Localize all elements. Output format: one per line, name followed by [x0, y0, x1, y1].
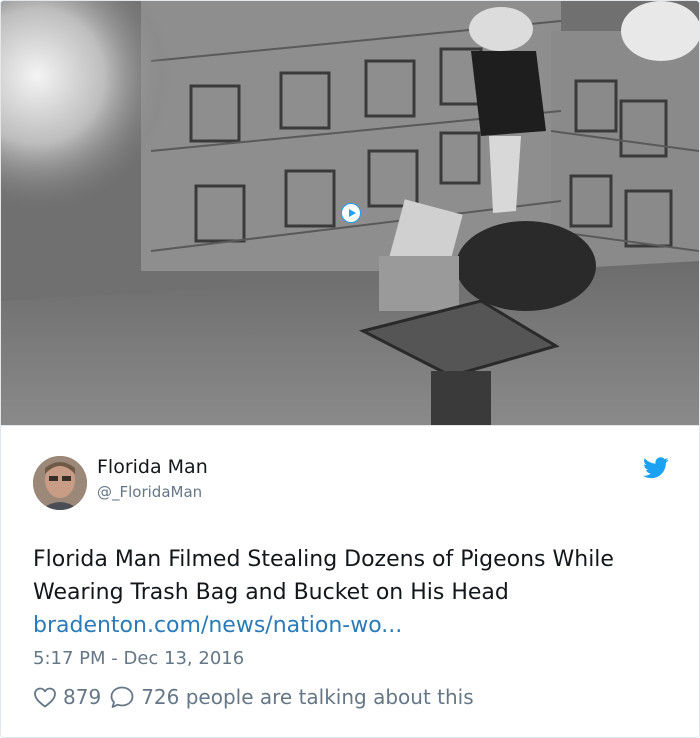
likes-count: 879 [63, 685, 102, 709]
heart-icon [34, 687, 56, 708]
speech-bubble-icon [110, 686, 134, 708]
media-divider [1, 425, 699, 426]
tweet-actions: 879 726 people are talking about this [33, 683, 474, 711]
twitter-bird-icon[interactable] [643, 457, 669, 479]
article-link[interactable]: bradenton.com/news/nation-wo... [33, 609, 673, 642]
reply-conversation-button[interactable]: 726 people are talking about this [109, 685, 474, 709]
avatar-image [33, 456, 87, 510]
tweet-timestamp[interactable]: 5:17 PM - Dec 13, 2016 [33, 648, 244, 669]
author-name[interactable]: Florida Man [97, 456, 208, 478]
author-handle[interactable]: @_FloridaMan [97, 483, 202, 501]
tweet-text: Florida Man Filmed Stealing Dozens of Pi… [33, 543, 673, 642]
avatar[interactable] [33, 456, 87, 510]
tweet-media-video[interactable] [1, 1, 699, 425]
tweet-text-line-2: Wearing Trash Bag and Bucket on His Head [33, 580, 509, 605]
tweet-text-line-1: Florida Man Filmed Stealing Dozens of Pi… [33, 547, 614, 572]
like-button[interactable]: 879 [33, 685, 109, 709]
embedded-tweet-card: Florida Man @_FloridaMan Florida Man Fil… [0, 0, 700, 738]
play-icon[interactable] [341, 203, 361, 223]
conversation-count-text: 726 people are talking about this [141, 685, 474, 709]
